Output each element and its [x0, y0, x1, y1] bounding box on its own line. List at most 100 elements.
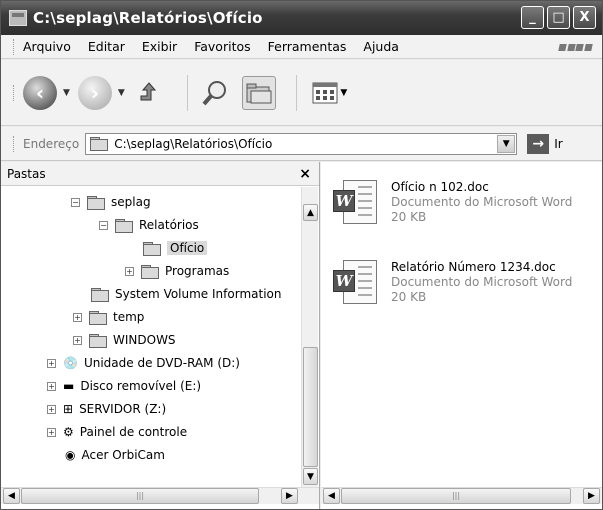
tree-item-label-selected: Ofício: [167, 241, 208, 255]
menu-exibir[interactable]: Exibir: [142, 39, 177, 54]
tree-item-label: Unidade de DVD-RAM (D:): [83, 356, 240, 370]
file-name: Relatório Número 1234.doc: [391, 260, 556, 274]
scroll-left-button[interactable]: ◀: [323, 488, 340, 504]
address-input[interactable]: C:\seplag\Relatórios\Ofício ▼: [85, 132, 518, 155]
menu-editar[interactable]: Editar: [88, 39, 125, 54]
folder-icon: [115, 218, 133, 233]
toolbar-separator-2: [295, 74, 297, 111]
scroll-thumb-horizontal[interactable]: |||: [21, 488, 259, 504]
folder-window-icon: [9, 10, 27, 26]
folder-icon: [89, 333, 107, 348]
go-arrow-icon: →: [527, 133, 550, 154]
tree-item-label: Acer OrbiCam: [81, 448, 165, 462]
folder-icon: [90, 137, 109, 151]
menu-ajuda[interactable]: Ajuda: [363, 39, 399, 54]
expand-icon[interactable]: +: [47, 358, 56, 368]
folders-pane: Pastas × − seplag − Relatórios Ofício + Pro…: [1, 162, 320, 509]
tree-item-windows[interactable]: + WINDOWS: [73, 329, 176, 351]
scroll-down-button[interactable]: ▼: [303, 468, 318, 485]
title-bar[interactable]: C:\seplag\Relatórios\Ofício _ □ X: [1, 1, 602, 35]
tree-item-temp[interactable]: + temp: [73, 306, 144, 328]
forward-dropdown-icon[interactable]: ▼: [118, 88, 125, 98]
toolbar-grip[interactable]: [13, 84, 15, 101]
collapse-icon[interactable]: −: [71, 197, 80, 207]
expand-icon[interactable]: +: [125, 266, 134, 276]
maximize-button[interactable]: □: [547, 6, 570, 29]
tree-item-relatorios[interactable]: − Relatórios: [99, 214, 199, 236]
expand-icon[interactable]: +: [47, 404, 56, 414]
tree-item-control-panel[interactable]: + ⚙ Painel de controle: [47, 421, 187, 443]
up-folder-icon[interactable]: [133, 76, 167, 110]
tree-item-oficio[interactable]: Ofício: [143, 237, 208, 259]
dvd-drive-icon: 💿: [63, 356, 78, 370]
file-size: 20 KB: [391, 290, 427, 304]
back-dropdown-icon[interactable]: ▼: [63, 88, 70, 98]
folder-icon: [91, 287, 109, 302]
file-name: Ofício n 102.doc: [391, 180, 489, 194]
minimize-button[interactable]: _: [521, 6, 544, 29]
collapse-icon[interactable]: −: [99, 220, 108, 230]
folder-icon: [141, 264, 159, 279]
address-bar: Endereço C:\seplag\Relatórios\Ofício ▼ →…: [1, 127, 602, 161]
tree-item-programas[interactable]: + Programas: [125, 260, 229, 282]
tree-item-servidor[interactable]: + ⊞ SERVIDOR (Z:): [47, 398, 166, 420]
scroll-right-button[interactable]: ▶: [281, 488, 298, 504]
tree-item-label: SERVIDOR (Z:): [79, 402, 167, 416]
forward-arrow-icon[interactable]: ›: [77, 75, 112, 110]
expand-icon[interactable]: +: [47, 381, 56, 391]
folders-pane-header: Pastas ×: [1, 162, 319, 186]
tree-item-system-volume[interactable]: System Volume Information: [91, 283, 281, 305]
go-button[interactable]: → Ir: [527, 133, 563, 154]
standard-toolbar: ‹ ▼ › ▼ ▼: [1, 60, 602, 126]
scroll-thumb-horizontal[interactable]: |||: [341, 488, 571, 504]
folders-horizontal-scrollbar[interactable]: ◀ ||| ▶: [1, 487, 319, 504]
file-size: 20 KB: [391, 210, 427, 224]
address-label: Endereço: [23, 136, 80, 151]
scroll-right-button[interactable]: ▶: [583, 488, 600, 504]
folder-icon: [87, 195, 105, 210]
menu-grip[interactable]: [13, 38, 15, 55]
tree-item-label: Programas: [165, 264, 230, 278]
close-button[interactable]: X: [573, 6, 596, 29]
word-document-icon: W: [333, 180, 381, 226]
explorer-window: C:\seplag\Relatórios\Ofício _ □ X Arquiv…: [0, 0, 603, 510]
menu-ferramentas[interactable]: Ferramentas: [268, 39, 347, 54]
window-title: C:\seplag\Relatórios\Ofício: [33, 9, 263, 27]
tree-item-label: Relatórios: [139, 218, 199, 232]
tree-item-dvd[interactable]: + 💿 Unidade de DVD-RAM (D:): [47, 352, 240, 374]
file-type: Documento do Microsoft Word: [391, 195, 573, 209]
open-folder-icon: [143, 241, 161, 256]
tree-item-label: Painel de controle: [79, 425, 188, 439]
tree-item-orbicam[interactable]: ◉ Acer OrbiCam: [65, 444, 165, 466]
tree-item-label: Disco removível (E:): [80, 379, 202, 393]
back-arrow-icon[interactable]: ‹: [23, 75, 57, 110]
scroll-thumb[interactable]: [303, 347, 318, 467]
folders-vertical-scrollbar[interactable]: ▲ ▼: [301, 187, 318, 487]
removable-disk-icon: ▬: [63, 379, 75, 393]
files-horizontal-scrollbar[interactable]: ◀ ||| ▶: [321, 487, 602, 504]
expand-icon[interactable]: +: [73, 335, 82, 345]
scroll-up-button[interactable]: ▲: [303, 204, 318, 221]
file-item[interactable]: W Ofício n 102.doc Documento do Microsof…: [333, 180, 572, 226]
network-drive-icon: ⊞: [63, 402, 74, 416]
tree-item-label: seplag: [111, 195, 151, 209]
folders-icon[interactable]: [241, 75, 276, 110]
tree-item-removable[interactable]: + ▬ Disco removível (E:): [47, 375, 201, 397]
search-icon[interactable]: [198, 76, 232, 110]
expand-icon[interactable]: +: [73, 312, 82, 322]
word-document-icon: W: [333, 260, 381, 306]
tree-item-seplag[interactable]: − seplag: [71, 191, 151, 213]
views-icon[interactable]: ▼: [307, 76, 353, 110]
menu-arquivo[interactable]: Arquivo: [23, 39, 71, 54]
windows-logo-icon: [558, 37, 592, 57]
tree-item-label: WINDOWS: [113, 333, 176, 347]
close-pane-icon[interactable]: ×: [299, 166, 311, 182]
file-item[interactable]: W Relatório Número 1234.doc Documento do…: [333, 260, 572, 306]
tree-item-label: temp: [113, 310, 145, 324]
menu-favoritos[interactable]: Favoritos: [194, 39, 250, 54]
go-label: Ir: [554, 136, 563, 151]
address-dropdown-icon[interactable]: ▼: [497, 134, 516, 153]
expand-icon[interactable]: +: [47, 427, 56, 437]
address-grip[interactable]: [13, 135, 15, 152]
scroll-left-button[interactable]: ◀: [3, 488, 20, 504]
